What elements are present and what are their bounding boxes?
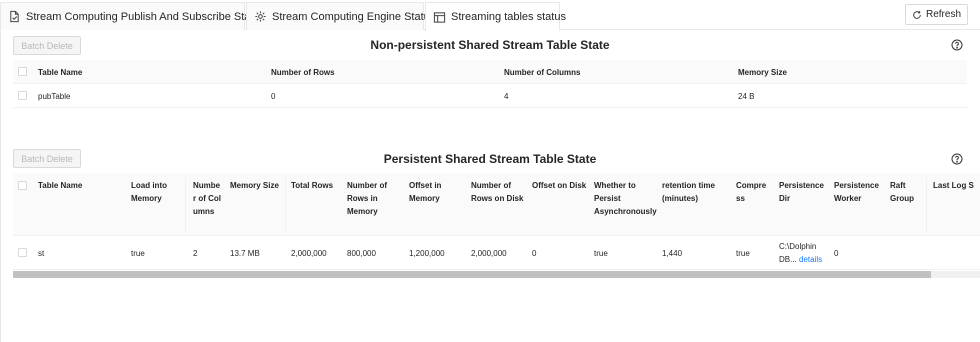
column-header[interactable]: retention time (minutes) bbox=[662, 179, 724, 205]
column-divider bbox=[285, 177, 286, 232]
cell-load-into-memory: true bbox=[131, 249, 145, 258]
cell-compress: true bbox=[736, 249, 750, 258]
column-header[interactable]: Memory Size bbox=[738, 66, 787, 79]
tab-label: Stream Computing Publish And Subscribe S… bbox=[26, 10, 266, 23]
cell-persist-async: true bbox=[594, 249, 608, 258]
column-header[interactable]: Total Rows bbox=[291, 179, 333, 192]
refresh-icon bbox=[912, 10, 922, 20]
column-header[interactable]: Compress bbox=[736, 179, 770, 205]
cell-rows-in-memory: 800,000 bbox=[347, 249, 376, 258]
cell-table-name: st bbox=[38, 249, 45, 258]
cell-memory-size: 24 B bbox=[738, 92, 755, 101]
horizontal-scrollbar-thumb[interactable] bbox=[13, 271, 931, 278]
column-header[interactable]: Last Log S bbox=[933, 179, 974, 192]
tab-engine-status[interactable]: Stream Computing Engine Status bbox=[246, 2, 435, 30]
document-check-icon bbox=[8, 10, 21, 24]
tab-streaming-tables-status[interactable]: Streaming tables status bbox=[425, 2, 566, 31]
row-checkbox[interactable] bbox=[18, 248, 27, 257]
persistence-dir-path: C:\Dolphin bbox=[779, 242, 817, 251]
engine-icon bbox=[254, 10, 267, 24]
cell-number-of-rows: 0 bbox=[271, 92, 276, 101]
column-header[interactable]: Number of Rows in Memory bbox=[347, 179, 399, 218]
refresh-button[interactable]: Refresh bbox=[905, 4, 968, 25]
tab-label: Streaming tables status bbox=[451, 11, 566, 23]
cell-retention-time: 1,440 bbox=[662, 249, 683, 258]
tab-label: Stream Computing Engine Status bbox=[272, 10, 436, 23]
cell-memory-size: 13.7 MB bbox=[230, 249, 260, 258]
section-title-persistent: Persistent Shared Stream Table State bbox=[383, 152, 597, 166]
column-divider bbox=[185, 177, 186, 232]
cell-persistence-worker: 0 bbox=[834, 249, 839, 258]
persistence-dir-path-cont: DB... bbox=[779, 255, 797, 264]
cell-rows-on-disk: 2,000,000 bbox=[471, 249, 507, 258]
tab-publish-subscribe-status[interactable]: Stream Computing Publish And Subscribe S… bbox=[0, 2, 265, 30]
column-header[interactable]: Offset in Memory bbox=[409, 179, 455, 205]
tab-bar: Stream Computing Publish And Subscribe S… bbox=[0, 0, 980, 31]
column-header[interactable]: Table Name bbox=[38, 66, 82, 79]
table-row[interactable]: pubTable 0 4 24 B bbox=[13, 84, 967, 108]
content-left-border bbox=[0, 30, 1, 342]
table-header: Table Name Load into Memory Number of Co… bbox=[13, 173, 980, 236]
column-header[interactable]: Number of Rows on Disk bbox=[471, 179, 527, 205]
row-checkbox[interactable] bbox=[18, 91, 27, 100]
column-divider bbox=[926, 177, 927, 232]
table-header: Table Name Number of Rows Number of Colu… bbox=[13, 60, 967, 84]
column-header[interactable]: Persistence Worker bbox=[834, 179, 880, 205]
help-icon[interactable] bbox=[951, 38, 963, 51]
cell-offset-in-memory: 1,200,000 bbox=[409, 249, 445, 258]
section-title-non-persistent: Non-persistent Shared Stream Table State bbox=[370, 38, 610, 52]
column-header[interactable]: Load into Memory bbox=[131, 179, 181, 205]
table-icon bbox=[433, 10, 446, 24]
select-all-checkbox[interactable] bbox=[18, 181, 27, 190]
column-header[interactable]: Persistence Dir bbox=[779, 179, 824, 205]
help-icon[interactable] bbox=[951, 152, 963, 165]
column-header[interactable]: Offset on Disk bbox=[532, 179, 586, 192]
column-header[interactable]: Number of Columns bbox=[504, 66, 580, 79]
cell-offset-on-disk: 0 bbox=[532, 249, 537, 258]
cell-table-name: pubTable bbox=[38, 92, 71, 101]
column-header[interactable]: Number of Columns bbox=[193, 179, 221, 218]
column-header[interactable]: Raft Group bbox=[890, 179, 920, 205]
column-header[interactable]: Memory Size bbox=[230, 179, 279, 192]
cell-persistence-dir: C:\Dolphin DB... details bbox=[779, 240, 822, 266]
table-row[interactable]: st true 2 13.7 MB 2,000,000 800,000 1,20… bbox=[13, 236, 980, 270]
column-header[interactable]: Number of Rows bbox=[271, 66, 335, 79]
column-header[interactable]: Table Name bbox=[38, 179, 82, 192]
details-link[interactable]: details bbox=[799, 255, 822, 264]
cell-number-of-columns: 2 bbox=[193, 249, 198, 258]
cell-number-of-columns: 4 bbox=[504, 92, 509, 101]
cell-total-rows: 2,000,000 bbox=[291, 249, 327, 258]
select-all-checkbox[interactable] bbox=[18, 67, 27, 76]
refresh-label: Refresh bbox=[925, 9, 961, 20]
column-header[interactable]: Whether to Persist Asynchronously bbox=[594, 179, 658, 218]
